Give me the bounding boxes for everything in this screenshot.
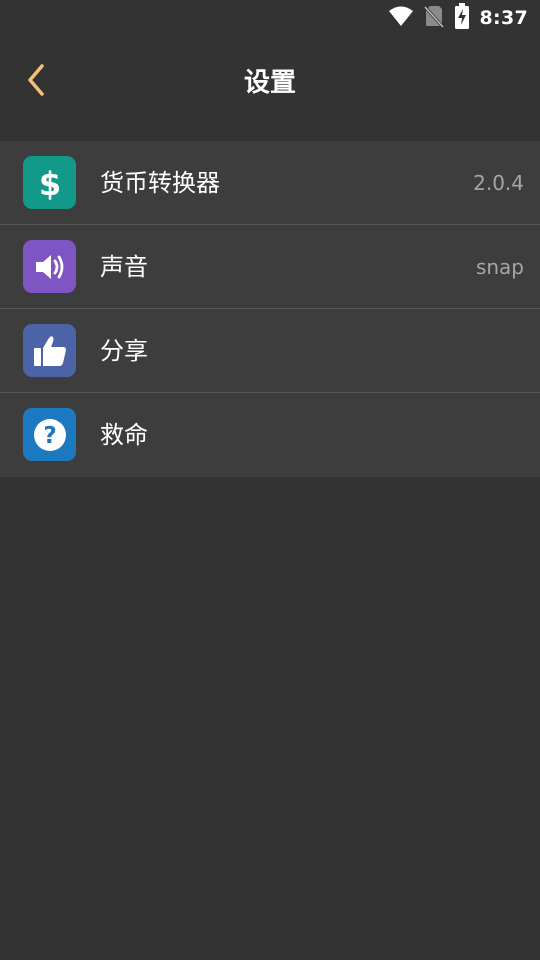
status-time: 8:37: [479, 7, 528, 29]
speaker-icon: [23, 240, 76, 293]
status-icons: 8:37: [388, 3, 528, 33]
status-bar: 8:37: [0, 0, 540, 36]
thumbs-up-icon: [23, 324, 76, 377]
version-value: 2.0.4: [473, 171, 524, 195]
no-sim-icon: [423, 4, 444, 32]
settings-item-sound[interactable]: 声音 snap: [0, 225, 540, 309]
settings-item-currency-converter[interactable]: $ 货币转换器 2.0.4: [0, 141, 540, 225]
settings-item-help[interactable]: ? 救命: [0, 393, 540, 477]
svg-text:?: ?: [43, 423, 56, 449]
dollar-icon: $: [23, 156, 76, 209]
settings-screen: 8:37 设置 $ 货币转换器 2.0.4 声音 snap 分享 ? 救命: [0, 0, 540, 960]
wifi-icon: [388, 5, 414, 31]
settings-item-label: 分享: [100, 337, 148, 365]
svg-text:$: $: [38, 165, 60, 201]
sound-value: snap: [475, 255, 524, 279]
settings-item-label: 救命: [100, 421, 148, 449]
settings-list: $ 货币转换器 2.0.4 声音 snap 分享 ? 救命: [0, 141, 540, 477]
help-icon: ?: [23, 408, 76, 461]
battery-charging-icon: [454, 3, 470, 33]
settings-item-label: 声音: [100, 253, 148, 281]
settings-item-share[interactable]: 分享: [0, 309, 540, 393]
app-header: 设置: [0, 36, 540, 128]
settings-item-label: 货币转换器: [100, 169, 220, 197]
page-title: 设置: [243, 68, 296, 98]
